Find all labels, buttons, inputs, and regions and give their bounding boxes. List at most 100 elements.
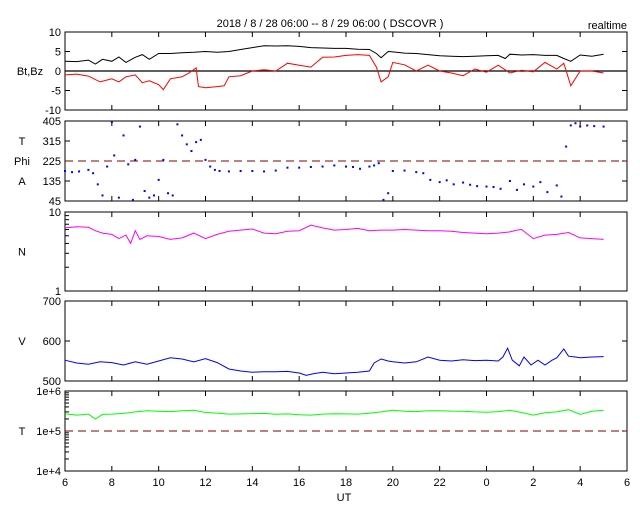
data-point-phi bbox=[227, 170, 230, 173]
data-point-phi bbox=[352, 166, 355, 168]
data-point-phi bbox=[469, 183, 472, 186]
data-point-phi bbox=[117, 196, 120, 199]
data-point-phi bbox=[574, 122, 577, 125]
y-tick-label: 225 bbox=[43, 156, 61, 168]
data-point-phi bbox=[286, 166, 289, 169]
data-point-phi bbox=[199, 138, 202, 141]
y-axis-label: A bbox=[18, 176, 26, 188]
data-point-phi bbox=[239, 170, 242, 172]
data-point-phi bbox=[101, 194, 104, 197]
series-line-bz bbox=[64, 54, 604, 91]
realtime-label: realtime bbox=[588, 20, 627, 32]
data-point-phi bbox=[579, 125, 582, 128]
data-point-phi bbox=[167, 192, 170, 195]
data-point-phi bbox=[309, 166, 312, 168]
y-tick-label: 1e+6 bbox=[36, 386, 61, 398]
panel-temperature: 6 8 10 12 14 16 18 20 22 0 2 4 6 1e+6 1e+5 1e+4 T bbox=[19, 386, 630, 489]
data-point-phi bbox=[263, 170, 266, 173]
data-point-phi bbox=[532, 185, 535, 188]
data-point-phi bbox=[171, 194, 174, 197]
data-point-phi bbox=[569, 124, 572, 127]
data-point-phi bbox=[515, 188, 518, 191]
solar-wind-chart: 2018 / 8 / 28 06:00 -- 8 / 29 06:00 ( DS… bbox=[14, 18, 630, 504]
data-point-phi bbox=[565, 145, 568, 148]
data-point-phi bbox=[298, 166, 301, 169]
data-point-phi bbox=[333, 164, 336, 167]
y-tick-label: 405 bbox=[43, 116, 61, 128]
data-point-phi bbox=[508, 180, 511, 182]
data-point-phi bbox=[485, 185, 488, 188]
y-tick-label: 10 bbox=[49, 207, 61, 219]
data-point-phi bbox=[452, 183, 455, 186]
data-point-phi bbox=[422, 172, 425, 175]
data-point-phi bbox=[593, 125, 596, 128]
data-point-phi bbox=[373, 164, 376, 167]
data-point-phi bbox=[195, 141, 198, 144]
data-point-phi bbox=[113, 154, 116, 157]
y-tick-label: 0 bbox=[55, 66, 61, 78]
y-tick-label: 5 bbox=[55, 47, 61, 59]
data-point-phi bbox=[181, 134, 184, 137]
x-tick-label: 20 bbox=[387, 477, 399, 489]
data-point-phi bbox=[87, 168, 90, 171]
y-axis-label: Bt,Bz bbox=[17, 66, 43, 78]
data-point-phi bbox=[157, 178, 160, 181]
data-point-phi bbox=[204, 158, 207, 161]
data-point-phi bbox=[522, 183, 525, 186]
data-point-phi bbox=[190, 150, 193, 152]
data-point-phi bbox=[209, 165, 212, 168]
x-tick-label: 6 bbox=[62, 477, 68, 489]
data-point-phi bbox=[602, 125, 605, 128]
data-point-phi bbox=[134, 158, 137, 161]
data-point-phi bbox=[539, 181, 542, 184]
plot-frame bbox=[64, 211, 628, 292]
series-line-bt bbox=[64, 45, 604, 65]
data-point-phi bbox=[110, 121, 113, 124]
chart-title: 2018 / 8 / 28 06:00 -- 8 / 29 06:00 ( DS… bbox=[217, 18, 444, 30]
data-point-phi bbox=[445, 179, 448, 182]
data-point-phi bbox=[96, 183, 99, 186]
data-point-phi bbox=[345, 165, 347, 168]
y-tick-label: 315 bbox=[43, 136, 61, 148]
data-point-phi bbox=[429, 178, 432, 181]
y-axis-label: T bbox=[19, 136, 26, 148]
x-tick-label: 12 bbox=[199, 477, 211, 489]
data-point-phi bbox=[218, 170, 221, 172]
data-point-phi bbox=[387, 192, 390, 195]
y-tick-label: 1e+4 bbox=[36, 466, 61, 478]
data-point-phi bbox=[106, 165, 109, 168]
x-tick-label: 16 bbox=[293, 477, 305, 489]
data-point-phi bbox=[476, 185, 479, 188]
series-line-n bbox=[64, 224, 604, 245]
data-point-phi bbox=[560, 195, 563, 198]
plot-frame bbox=[64, 300, 628, 382]
data-point-phi bbox=[499, 187, 502, 190]
data-point-phi bbox=[162, 158, 165, 161]
x-tick-label: 8 bbox=[109, 477, 115, 489]
data-point-phi bbox=[176, 123, 179, 126]
x-tick-label: 22 bbox=[434, 477, 446, 489]
data-point-phi bbox=[213, 168, 216, 171]
data-point-phi bbox=[391, 170, 394, 172]
data-point-phi bbox=[586, 124, 589, 127]
data-point-phi bbox=[251, 170, 254, 172]
data-point-phi bbox=[143, 190, 146, 192]
data-point-phi bbox=[64, 170, 66, 172]
data-point-phi bbox=[185, 143, 188, 146]
y-tick-label: -5 bbox=[51, 86, 61, 98]
y-axis-label: N bbox=[18, 247, 26, 259]
panel-phi: 40531522513545TPhiA bbox=[14, 116, 628, 208]
panel-mag: 1050-5-10Bt,Bz bbox=[17, 27, 628, 117]
y-tick-label: 600 bbox=[43, 336, 61, 348]
data-point-phi bbox=[438, 181, 441, 184]
data-point-phi bbox=[92, 172, 95, 175]
y-tick-label: 1e+5 bbox=[36, 426, 61, 438]
data-point-phi bbox=[359, 167, 362, 170]
x-tick-label: 14 bbox=[246, 477, 258, 489]
x-axis-label: UT bbox=[337, 492, 352, 504]
x-tick-label: 10 bbox=[153, 477, 165, 489]
x-tick-label: 4 bbox=[577, 477, 583, 489]
series-line-t bbox=[64, 409, 604, 420]
data-point-phi bbox=[492, 186, 495, 188]
y-axis-label: Phi bbox=[14, 156, 30, 168]
